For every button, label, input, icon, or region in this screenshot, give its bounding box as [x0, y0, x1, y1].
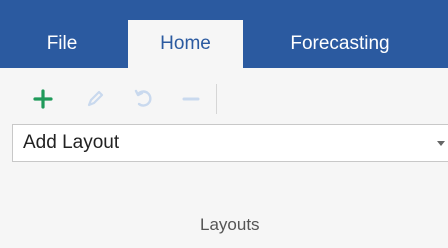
edit-layout-button[interactable]	[78, 82, 112, 116]
toolbar-divider	[216, 84, 217, 114]
layout-dropdown[interactable]: Add Layout	[12, 124, 448, 162]
delete-layout-button[interactable]	[174, 82, 208, 116]
undo-button[interactable]	[126, 82, 160, 116]
ribbon-tab-bar: File Home Forecasting	[0, 0, 448, 68]
chevron-down-icon	[437, 141, 445, 146]
layout-dropdown-value: Add Layout	[23, 132, 120, 153]
plus-icon	[33, 89, 53, 109]
add-layout-button[interactable]	[26, 82, 60, 116]
minus-icon	[182, 97, 200, 101]
tab-file[interactable]: File	[26, 20, 98, 68]
pencil-icon	[87, 90, 104, 107]
tab-home[interactable]: Home	[128, 20, 243, 68]
undo-icon	[134, 89, 152, 107]
ribbon-group-label: Layouts	[200, 215, 260, 234]
tab-forecasting[interactable]: Forecasting	[260, 20, 420, 68]
